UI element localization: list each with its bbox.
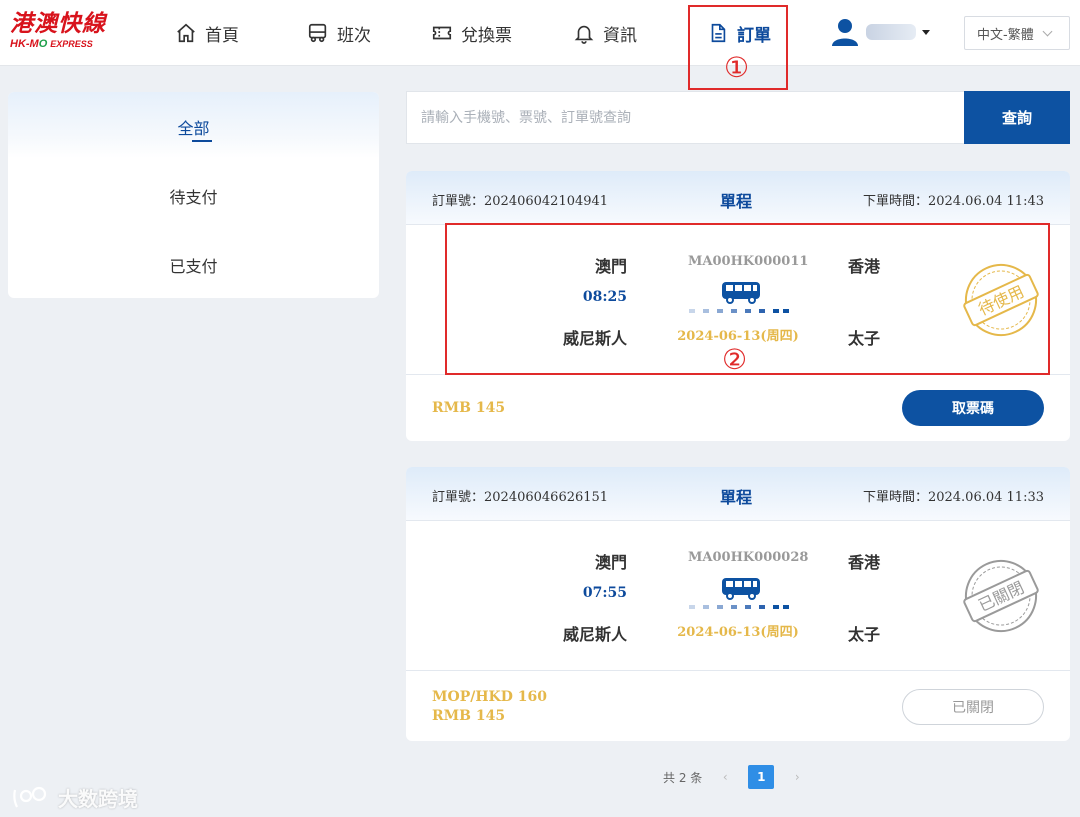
annotation-marker-1: ① <box>724 51 750 84</box>
order-card-header: 訂單號：202406046626151 單程 下單時間：2024.06.04 1… <box>406 467 1070 521</box>
active-filter-underline <box>192 140 212 142</box>
trip-type: 單程 <box>720 192 753 211</box>
route-dash-line <box>689 605 789 609</box>
origin-city: 澳門 <box>594 553 627 572</box>
nav-exchange-label: 兌換票 <box>461 25 512 46</box>
user-menu[interactable] <box>830 18 930 46</box>
order-search-bar: 查詢 <box>406 91 1070 144</box>
ticket-code-button[interactable]: 取票碼 <box>902 390 1044 426</box>
brand-name-en: HK-MO EXPRESS <box>10 38 93 50</box>
destination-city: 香港 <box>848 553 881 572</box>
origin-station: 威尼斯人 <box>562 625 627 644</box>
nav-news-label: 資訊 <box>603 25 637 46</box>
price-mop-hkd: MOP/HKD 160 <box>432 689 547 705</box>
brand-name-zh: 港澳快線 <box>10 10 106 37</box>
order-number: 訂單號：202406042104941 <box>432 194 609 209</box>
language-select[interactable]: 中文-繁體 <box>964 16 1070 50</box>
travel-date: 2024-06-13(周四) <box>677 625 799 640</box>
blurred-username <box>866 24 916 40</box>
bus-icon <box>308 23 327 43</box>
route-code: MA00HK000028 <box>688 550 809 565</box>
order-card: 訂單號：202406046626151 單程 下單時間：2024.06.04 1… <box>406 467 1070 741</box>
trip-type: 單程 <box>720 488 753 507</box>
language-selected: 中文-繁體 <box>977 27 1034 43</box>
annotation-marker-2: ② <box>722 343 748 376</box>
order-filter-sidebar: 全部 待支付 已支付 <box>8 92 379 298</box>
caret-down-icon <box>922 29 930 35</box>
watermark: 大数跨境 <box>12 783 138 812</box>
annotation-box-2 <box>445 223 1050 375</box>
price-rmb: RMB 145 <box>432 708 506 724</box>
destination-station: 太子 <box>848 625 881 644</box>
pagination: 共 2 条 ‹ 1 › <box>663 765 808 789</box>
nav-news[interactable]: 資訊 <box>573 18 637 48</box>
next-page-button[interactable]: › <box>786 765 808 789</box>
order-card-footer: RMB 145 取票碼 <box>406 375 1070 441</box>
nav-schedule[interactable]: 班次 <box>307 18 371 48</box>
filter-paid[interactable]: 已支付 <box>8 253 379 277</box>
chevron-down-icon <box>1042 26 1053 36</box>
user-avatar-icon <box>832 19 858 46</box>
ticket-icon <box>432 26 452 40</box>
home-icon <box>177 23 195 43</box>
nav-schedule-label: 班次 <box>337 25 371 46</box>
order-search-input[interactable] <box>407 92 964 143</box>
order-trip-details: 澳門 07:55 威尼斯人 MA00HK000028 2024-06-13(周四… <box>406 521 1070 671</box>
nav-home[interactable]: 首頁 <box>175 18 239 48</box>
total-count: 共 2 条 <box>663 770 703 785</box>
nav-home-label: 首頁 <box>205 25 239 46</box>
coach-icon <box>722 578 760 600</box>
prev-page-button[interactable]: ‹ <box>714 765 736 789</box>
order-time: 下單時間：2024.06.04 11:43 <box>862 194 1044 209</box>
brand-logo[interactable]: 港澳快線 HK-MO EXPRESS <box>10 11 120 55</box>
departure-time: 07:55 <box>582 585 627 601</box>
order-time: 下單時間：2024.06.04 11:33 <box>862 490 1044 505</box>
filter-pending-payment[interactable]: 待支付 <box>8 184 379 208</box>
top-navbar: 港澳快線 HK-MO EXPRESS 首頁 班次 兌換票 資訊 訂單 中文-繁體 <box>0 0 1080 66</box>
watermark-logo-icon <box>13 786 47 807</box>
nav-exchange-ticket[interactable]: 兌換票 <box>431 18 512 48</box>
order-card-header: 訂單號：202406042104941 單程 下單時間：2024.06.04 1… <box>406 171 1070 225</box>
price-rmb: RMB 145 <box>432 400 506 416</box>
closed-status-button[interactable]: 已關閉 <box>902 689 1044 725</box>
order-card-footer: MOP/HKD 160 RMB 145 已關閉 <box>406 671 1070 741</box>
page-number-current[interactable]: 1 <box>748 765 775 789</box>
status-stamp-closed: 已關閉 <box>963 560 1039 632</box>
order-number: 訂單號：202406046626151 <box>432 490 609 505</box>
search-button[interactable]: 查詢 <box>964 91 1070 144</box>
filter-all[interactable]: 全部 <box>8 115 379 139</box>
bell-icon <box>574 25 594 44</box>
